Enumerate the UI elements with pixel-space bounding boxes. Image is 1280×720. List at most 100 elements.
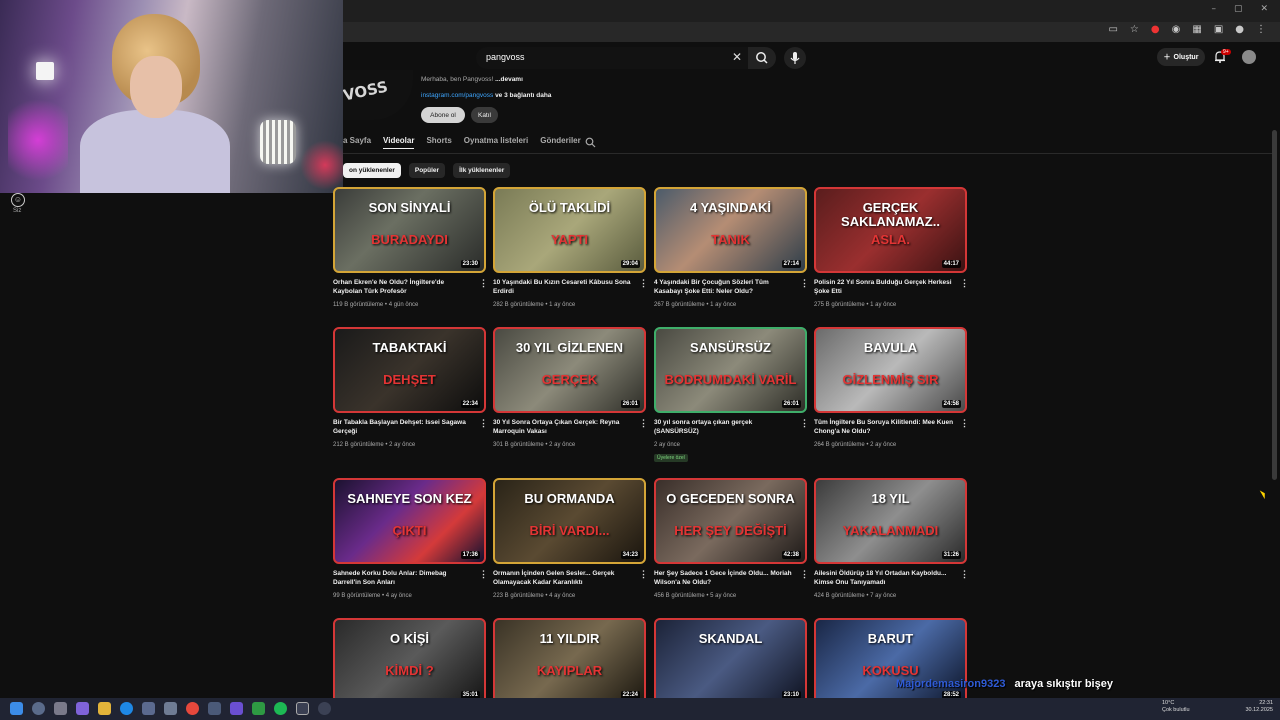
you-icon[interactable]: ☺ bbox=[11, 193, 25, 207]
video-card[interactable]: O KİŞİ KİMDİ ? 35:01 bbox=[333, 618, 486, 704]
edge-icon[interactable] bbox=[120, 702, 133, 715]
join-button[interactable]: Katıl bbox=[471, 107, 498, 123]
video-card[interactable]: SON SİNYALİ BURADAYDI 23:30 Orhan Ekren'e N… bbox=[333, 187, 488, 317]
tab-playlists[interactable]: Oynatma listeleri bbox=[464, 136, 528, 149]
video-more-icon[interactable]: ⋮ bbox=[639, 569, 648, 580]
account-avatar[interactable] bbox=[1242, 50, 1256, 64]
obs-icon[interactable] bbox=[296, 702, 309, 715]
tab-videos[interactable]: Videolar bbox=[383, 136, 415, 149]
chrome-icon[interactable] bbox=[186, 702, 199, 715]
video-thumbnail[interactable]: O GECEDEN SONRA HER ŞEY DEĞİŞTİ 42:38 bbox=[654, 478, 807, 564]
taskbar-weather[interactable]: 10°C Çok bulutlu bbox=[1162, 700, 1190, 713]
video-card[interactable]: BU ORMANDA BİRİ VARDI... 34:23 Ormanın İçin… bbox=[493, 478, 648, 608]
video-card[interactable]: ÖLÜ TAKLİDİ YAPTI 29:04 10 Yaşındaki Bu Kız… bbox=[493, 187, 648, 317]
search-input[interactable]: pangvoss bbox=[486, 52, 525, 62]
video-title[interactable]: Tüm İngiltere Bu Soruya Kilitlendi: Mee … bbox=[814, 418, 954, 436]
video-card[interactable]: O GECEDEN SONRA HER ŞEY DEĞİŞTİ 42:38 Her Ş… bbox=[654, 478, 809, 608]
task-view-icon[interactable] bbox=[54, 702, 67, 715]
settings-gear-icon[interactable] bbox=[164, 702, 177, 715]
video-thumbnail[interactable]: SKANDAL 23:10 bbox=[654, 618, 807, 704]
video-title[interactable]: 30 yıl sonra ortaya çıkan gerçek (SANSÜR… bbox=[654, 418, 794, 436]
extension-red-icon[interactable]: ● bbox=[1151, 24, 1160, 35]
video-more-icon[interactable]: ⋮ bbox=[479, 569, 488, 580]
copilot-icon[interactable] bbox=[76, 702, 89, 715]
voice-search-button[interactable] bbox=[784, 47, 806, 69]
video-card[interactable]: GERÇEK SAKLANAMAZ.. ASLA. 44:17 Polisin 22 … bbox=[814, 187, 969, 317]
video-more-icon[interactable]: ⋮ bbox=[800, 418, 809, 429]
video-title[interactable]: 10 Yaşındaki Bu Kızın Cesareti Kâbusu So… bbox=[493, 278, 633, 296]
video-more-icon[interactable]: ⋮ bbox=[960, 569, 969, 580]
video-more-icon[interactable]: ⋮ bbox=[800, 569, 809, 580]
tab-posts[interactable]: Gönderiler bbox=[540, 136, 580, 149]
video-title[interactable]: 4 Yaşındaki Bir Çocuğun Sözleri Tüm Kasa… bbox=[654, 278, 794, 296]
close-window-icon[interactable]: ✕ bbox=[1260, 4, 1268, 14]
taskbar-search-icon[interactable] bbox=[32, 702, 45, 715]
video-thumbnail[interactable]: 18 YIL YAKALANMADI 31:26 bbox=[814, 478, 967, 564]
tab-home[interactable]: a Sayfa bbox=[343, 136, 371, 149]
search-box[interactable]: pangvoss ✕ bbox=[476, 47, 748, 69]
extension-grid-icon[interactable]: ▦ bbox=[1192, 24, 1201, 35]
steam-icon[interactable] bbox=[318, 702, 331, 715]
chip-oldest[interactable]: İlk yüklenenler bbox=[453, 163, 511, 178]
file-explorer-icon[interactable] bbox=[98, 702, 111, 715]
maximize-icon[interactable]: ▢ bbox=[1234, 4, 1243, 14]
video-more-icon[interactable]: ⋮ bbox=[479, 418, 488, 429]
video-card[interactable]: SKANDAL 23:10 bbox=[654, 618, 807, 704]
video-title[interactable]: Polisin 22 Yıl Sonra Bulduğu Gerçek Herk… bbox=[814, 278, 954, 296]
video-more-icon[interactable]: ⋮ bbox=[800, 278, 809, 289]
video-title[interactable]: Orhan Ekren'e Ne Oldu? İngiltere'de Kayb… bbox=[333, 278, 473, 296]
channel-description[interactable]: Merhaba, ben Pangvoss! ...devamı bbox=[421, 76, 523, 83]
video-title[interactable]: Her Şey Sadece 1 Gece İçinde Oldu... Mor… bbox=[654, 569, 794, 587]
bookmark-star-icon[interactable]: ☆ bbox=[1130, 24, 1139, 35]
video-thumbnail[interactable]: 30 YIL GİZLENEN GERÇEK 26:01 bbox=[493, 327, 646, 413]
video-card[interactable]: 4 YAŞINDAKİ TANIK 27:14 4 Yaşındaki Bir Çoc… bbox=[654, 187, 809, 317]
video-card[interactable]: 11 YILDIR KAYIPLAR 22:24 bbox=[493, 618, 646, 704]
search-button[interactable] bbox=[748, 47, 776, 69]
video-card[interactable]: 18 YIL YAKALANMADI 31:26 Ailesini Öldürüp 1… bbox=[814, 478, 969, 608]
xbox-icon[interactable] bbox=[252, 702, 265, 715]
extensions-puzzle-icon[interactable]: ▣ bbox=[1214, 24, 1223, 35]
cast-icon[interactable]: ▭ bbox=[1108, 24, 1117, 35]
video-thumbnail[interactable]: SON SİNYALİ BURADAYDI 23:30 bbox=[333, 187, 486, 273]
video-thumbnail[interactable]: ÖLÜ TAKLİDİ YAPTI 29:04 bbox=[493, 187, 646, 273]
chip-popular[interactable]: Popüler bbox=[408, 163, 446, 178]
video-thumbnail[interactable]: O KİŞİ KİMDİ ? 35:01 bbox=[333, 618, 486, 704]
video-more-icon[interactable]: ⋮ bbox=[479, 278, 488, 289]
video-card[interactable]: BAVULA GİZLENMİŞ SIR 24:58 Tüm İngiltere Bu… bbox=[814, 327, 969, 457]
taskbar-clock[interactable]: 22:31 30.12.2025 bbox=[1241, 700, 1273, 713]
video-card[interactable]: 30 YIL GİZLENEN GERÇEK 26:01 30 Yıl Sonra O… bbox=[493, 327, 648, 457]
clear-search-icon[interactable]: ✕ bbox=[732, 50, 742, 64]
video-more-icon[interactable]: ⋮ bbox=[639, 278, 648, 289]
video-thumbnail[interactable]: 4 YAŞINDAKİ TANIK 27:14 bbox=[654, 187, 807, 273]
windows-start-icon[interactable] bbox=[10, 702, 23, 715]
video-thumbnail[interactable]: SANSÜRSÜZ BODRUMDAKİ VARİL 26:01 bbox=[654, 327, 807, 413]
video-card[interactable]: SAHNEYE SON KEZ ÇIKTI 17:36 Sahnede Korku D… bbox=[333, 478, 488, 608]
you-label[interactable]: Siz bbox=[13, 208, 21, 214]
subscribe-button[interactable]: Abone ol bbox=[421, 107, 465, 123]
video-more-icon[interactable]: ⋮ bbox=[960, 278, 969, 289]
twitch-icon[interactable] bbox=[230, 702, 243, 715]
channel-search-icon[interactable] bbox=[585, 137, 596, 148]
video-thumbnail[interactable]: SAHNEYE SON KEZ ÇIKTI 17:36 bbox=[333, 478, 486, 564]
chip-latest[interactable]: on yüklenenler bbox=[343, 163, 401, 178]
video-title[interactable]: Bir Tabakla Başlayan Dehşet: Issei Sagaw… bbox=[333, 418, 473, 436]
video-title[interactable]: Sahnede Korku Dolu Anlar: Dimebag Darrel… bbox=[333, 569, 473, 587]
video-thumbnail[interactable]: BAVULA GİZLENMİŞ SIR 24:58 bbox=[814, 327, 967, 413]
video-thumbnail[interactable]: BU ORMANDA BİRİ VARDI... 34:23 bbox=[493, 478, 646, 564]
video-more-icon[interactable]: ⋮ bbox=[639, 418, 648, 429]
video-title[interactable]: 30 Yıl Sonra Ortaya Çıkan Gerçek: Reyna … bbox=[493, 418, 633, 436]
video-card[interactable]: SANSÜRSÜZ BODRUMDAKİ VARİL 26:01 30 yıl son… bbox=[654, 327, 809, 462]
store-icon[interactable] bbox=[142, 702, 155, 715]
browser-menu-icon[interactable]: ⋮ bbox=[1256, 24, 1266, 35]
channel-links[interactable]: instagram.com/pangvoss ve 3 bağlantı dah… bbox=[421, 92, 551, 99]
camera-icon[interactable] bbox=[208, 702, 221, 715]
page-scrollbar[interactable] bbox=[1272, 130, 1277, 480]
video-thumbnail[interactable]: GERÇEK SAKLANAMAZ.. ASLA. 44:17 bbox=[814, 187, 967, 273]
create-button[interactable]: ＋ Oluştur bbox=[1157, 48, 1205, 66]
video-more-icon[interactable]: ⋮ bbox=[960, 418, 969, 429]
video-thumbnail[interactable]: TABAKTAKİ DEHŞET 22:34 bbox=[333, 327, 486, 413]
video-card[interactable]: TABAKTAKİ DEHŞET 22:34 Bir Tabakla Başlayan… bbox=[333, 327, 488, 457]
spotify-icon[interactable] bbox=[274, 702, 287, 715]
video-title[interactable]: Ailesini Öldürüp 18 Yıl Ortadan Kayboldu… bbox=[814, 569, 954, 587]
tab-shorts[interactable]: Shorts bbox=[426, 136, 451, 149]
